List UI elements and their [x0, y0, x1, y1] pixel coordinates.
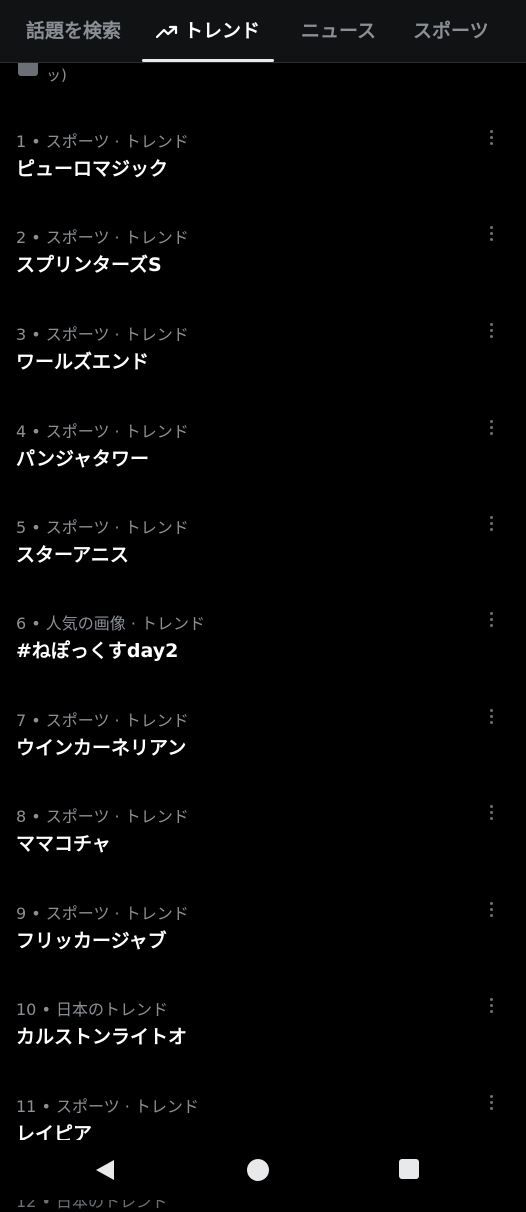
trend-item-2[interactable]: 2 • スポーツ · トレンド スプリンターズS [0, 224, 526, 320]
trend-name: スプリンターズS [16, 254, 162, 276]
tab-trends[interactable]: トレンド [142, 0, 275, 62]
more-vertical-icon[interactable] [484, 226, 498, 244]
trend-item-6[interactable]: 6 • 人気の画像 · トレンド #ねぽっくすday2 [0, 610, 526, 706]
more-vertical-icon[interactable] [484, 323, 498, 341]
trend-name: フリッカージャブ [16, 930, 167, 952]
trend-item-1[interactable]: 1 • スポーツ · トレンド ピューロマジック [0, 128, 526, 224]
trend-item-8[interactable]: 8 • スポーツ · トレンド ママコチャ [0, 803, 526, 899]
more-vertical-icon[interactable] [484, 902, 498, 920]
more-vertical-icon[interactable] [484, 1095, 498, 1113]
trend-meta: 6 • 人気の画像 · トレンド [16, 614, 206, 633]
recents-square-icon[interactable] [398, 1158, 420, 1180]
trend-meta: 1 • スポーツ · トレンド [16, 132, 189, 151]
tab-search-topics[interactable]: 話題を検索 [26, 0, 121, 62]
trend-meta: 9 • スポーツ · トレンド [16, 904, 189, 923]
trend-item-7[interactable]: 7 • スポーツ · トレンド ウインカーネリアン [0, 707, 526, 803]
more-vertical-icon[interactable] [484, 420, 498, 438]
trend-meta: 10 • 日本のトレンド [16, 1000, 168, 1019]
trend-name: カルストンライトオ [16, 1026, 188, 1048]
trend-item-4[interactable]: 4 • スポーツ · トレンド パンジャタワー [0, 418, 526, 514]
tab-sports[interactable]: スポーツ [413, 0, 489, 62]
trend-meta: 2 • スポーツ · トレンド [16, 228, 189, 247]
trend-name: ワールズエンド [16, 351, 150, 373]
more-vertical-icon[interactable] [484, 130, 498, 148]
trend-meta: 8 • スポーツ · トレンド [16, 807, 189, 826]
trend-meta: 11 • スポーツ · トレンド [16, 1097, 199, 1116]
home-circle-icon[interactable] [246, 1158, 270, 1182]
more-vertical-icon[interactable] [484, 709, 498, 727]
tab-label: トレンド [184, 20, 261, 42]
trend-name: ママコチャ [16, 833, 111, 855]
previous-item-peek: ッ) [0, 62, 526, 92]
trend-name: ピューロマジック [16, 158, 169, 180]
trend-name: パンジャタワー [16, 448, 150, 470]
trend-meta: 5 • スポーツ · トレンド [16, 518, 189, 537]
trend-item-3[interactable]: 3 • スポーツ · トレンド ワールズエンド [0, 321, 526, 417]
trend-item-9[interactable]: 9 • スポーツ · トレンド フリッカージャブ [0, 900, 526, 996]
active-tab-indicator [142, 59, 275, 62]
more-vertical-icon[interactable] [484, 612, 498, 630]
tab-label: ニュース [301, 20, 377, 42]
tab-label: スポーツ [413, 20, 489, 42]
peek-text: ッ) [46, 66, 67, 84]
more-vertical-icon[interactable] [484, 998, 498, 1016]
more-vertical-icon[interactable] [484, 516, 498, 534]
trend-item-10[interactable]: 10 • 日本のトレンド カルストンライトオ [0, 996, 526, 1092]
system-navigation-bar [0, 1140, 526, 1200]
explore-tab-bar: 話題を検索 トレンド ニュース スポーツ [0, 0, 526, 63]
trend-meta: 3 • スポーツ · トレンド [16, 325, 189, 344]
more-vertical-icon[interactable] [484, 805, 498, 823]
tab-label: 話題を検索 [26, 20, 122, 42]
trend-name: #ねぽっくすday2 [16, 640, 179, 662]
trend-meta: 4 • スポーツ · トレンド [16, 422, 189, 441]
trend-name: ウインカーネリアン [16, 737, 187, 759]
media-thumbnail-icon [18, 62, 38, 76]
back-triangle-icon[interactable] [94, 1158, 116, 1182]
trending-up-icon [156, 25, 178, 38]
trend-name: スターアニス [16, 544, 129, 566]
trend-item-5[interactable]: 5 • スポーツ · トレンド スターアニス [0, 514, 526, 610]
trend-meta: 7 • スポーツ · トレンド [16, 711, 189, 730]
tab-news[interactable]: ニュース [301, 0, 376, 62]
